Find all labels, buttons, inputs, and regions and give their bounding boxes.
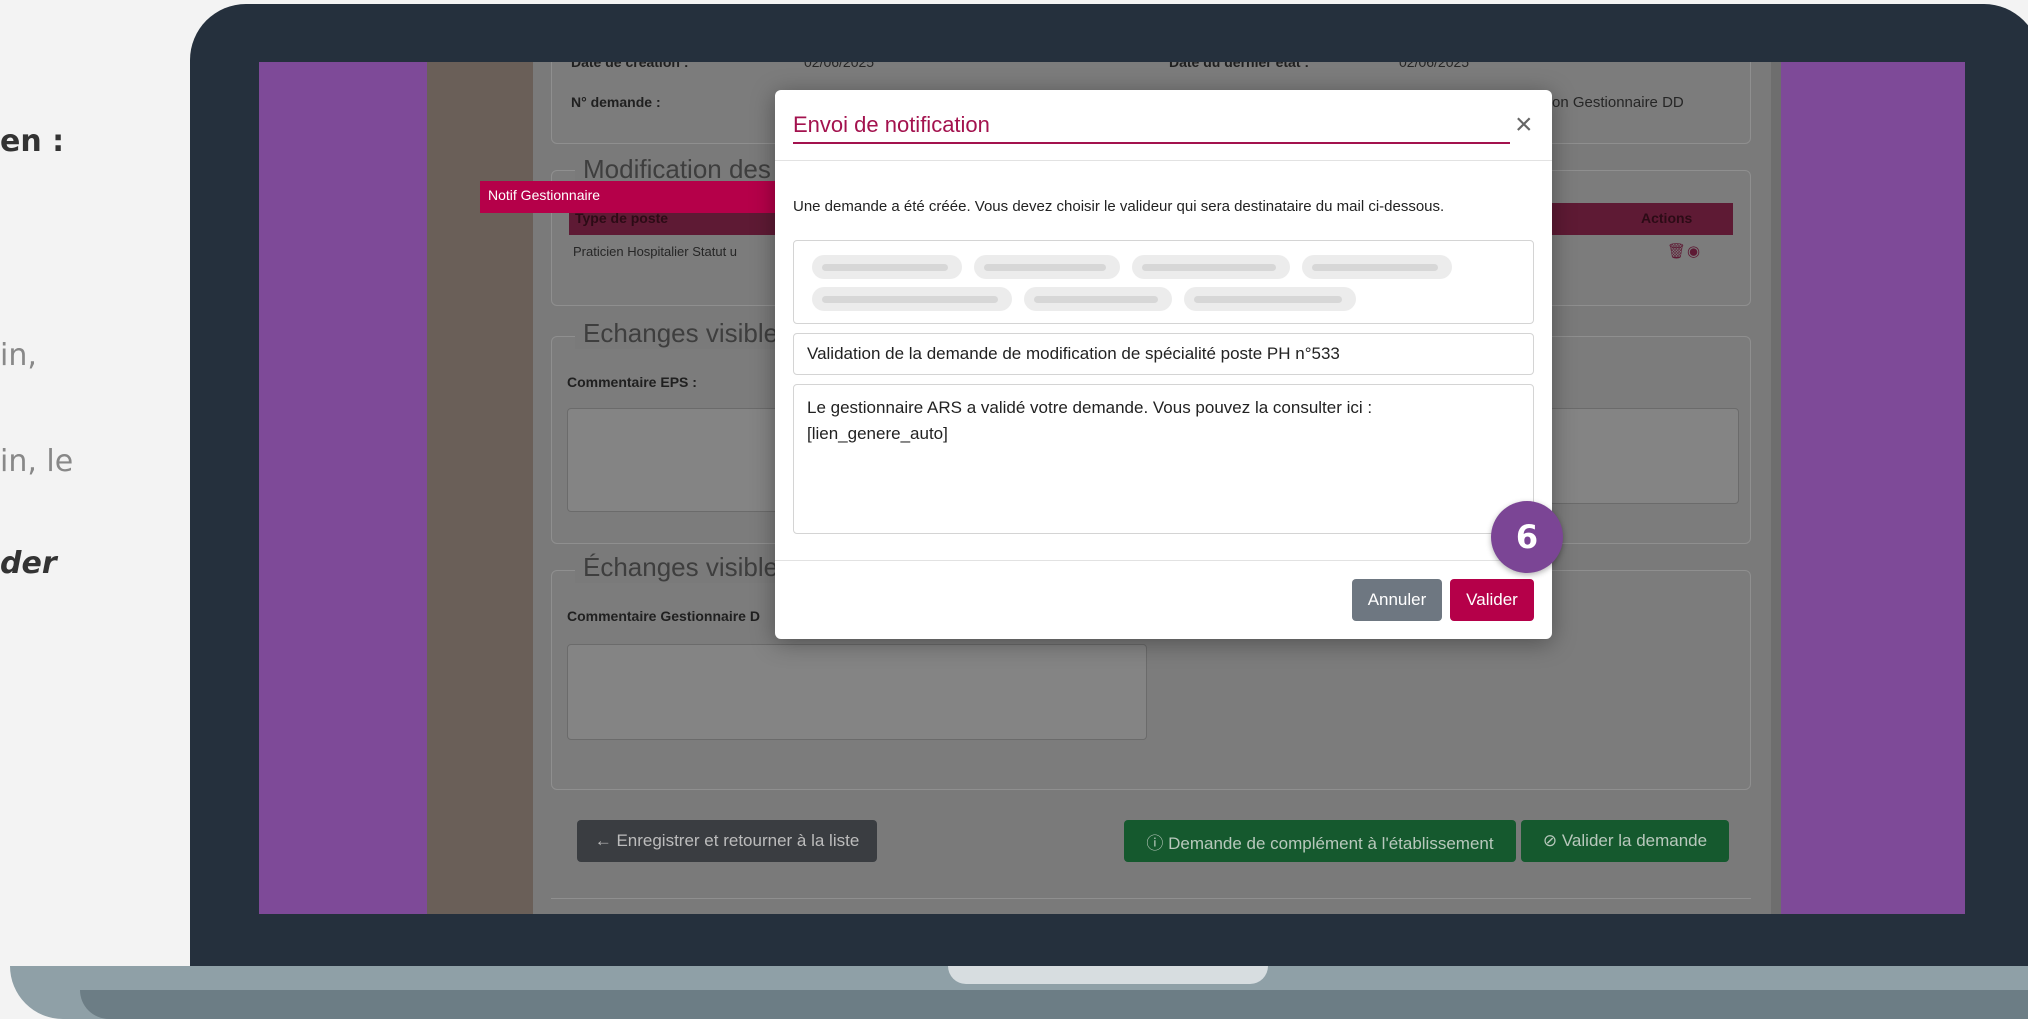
creation-date-value: 02/06/2025 <box>804 62 875 70</box>
manager-comment-label: Commentaire Gestionnaire D <box>567 608 760 624</box>
exchanges-eps-title: Echanges visible <box>575 318 787 349</box>
recipient-chip[interactable] <box>974 255 1120 279</box>
validate-request-button[interactable]: ⊘ Valider la demande <box>1521 820 1729 862</box>
validate-button[interactable]: Valider <box>1450 579 1534 621</box>
subject-input[interactable]: Validation de la demande de modification… <box>793 333 1534 375</box>
modal-header-divider <box>775 160 1552 161</box>
recipient-chip[interactable] <box>812 255 962 279</box>
request-number-label: N° demande : <box>571 94 661 110</box>
recipients-select[interactable] <box>793 240 1534 324</box>
modal-info-text: Une demande a été créée. Vous devez choi… <box>793 198 1445 215</box>
column-actions: Actions <box>1641 210 1693 226</box>
step-number-badge: 6 <box>1491 501 1563 573</box>
manager-comment-field[interactable] <box>567 644 1147 740</box>
view-icon[interactable]: ◉ <box>1687 242 1700 260</box>
message-textarea[interactable]: Le gestionnaire ARS a validé votre deman… <box>793 384 1534 534</box>
table-row-post-type: Praticien Hospitalier Statut u <box>573 244 738 259</box>
eps-comment-field-right[interactable] <box>1549 408 1739 504</box>
recipient-chip[interactable] <box>1302 255 1452 279</box>
slide-text-fragment: in, le <box>0 444 74 479</box>
last-state-date-label: Date du dernier état : <box>1169 62 1310 70</box>
message-line: Le gestionnaire ARS a validé votre deman… <box>807 398 1373 417</box>
modal-title: Envoi de notification <box>793 112 990 137</box>
modal-title-underline <box>793 142 1510 144</box>
slide-text-fragment: en : <box>0 124 65 159</box>
screen-left-margin <box>259 62 427 914</box>
cancel-button[interactable]: Annuler <box>1352 579 1442 621</box>
message-line: [lien_genere_auto] <box>807 424 948 443</box>
recipient-chip[interactable] <box>1024 287 1172 311</box>
notification-modal: Envoi de notification × Une demande a ét… <box>775 90 1552 639</box>
last-state-date-value: 02/06/2025 <box>1399 62 1470 70</box>
close-icon[interactable]: × <box>1515 110 1533 140</box>
eps-comment-label: Commentaire EPS : <box>567 374 697 390</box>
creation-date-label: Date de création : <box>571 62 689 70</box>
request-complement-button[interactable]: ⓘ Demande de complément à l'établissemen… <box>1124 820 1516 862</box>
slide-text-fragment: in, <box>0 338 37 373</box>
slide-text-fragment: der <box>0 546 57 581</box>
recipient-chip[interactable] <box>1132 255 1290 279</box>
page-divider <box>551 898 1751 899</box>
delete-icon[interactable]: 🗑 <box>1667 242 1686 260</box>
save-return-button[interactable]: ← Enregistrer et retourner à la liste <box>577 820 877 862</box>
exchanges-manager-title: Échanges visible <box>575 552 787 583</box>
recipient-chip[interactable] <box>812 287 1012 311</box>
request-state-value: on Gestionnaire DD <box>1552 94 1684 111</box>
recipient-chip[interactable] <box>1184 287 1356 311</box>
modal-footer-divider <box>775 560 1552 561</box>
screen-right-margin <box>1781 62 1965 914</box>
notif-gestionnaire-badge: Notif Gestionnaire <box>480 181 780 213</box>
laptop-notch <box>948 966 1268 984</box>
laptop-base-shadow <box>80 990 2028 1019</box>
page-scroll-strip <box>1771 62 1781 914</box>
